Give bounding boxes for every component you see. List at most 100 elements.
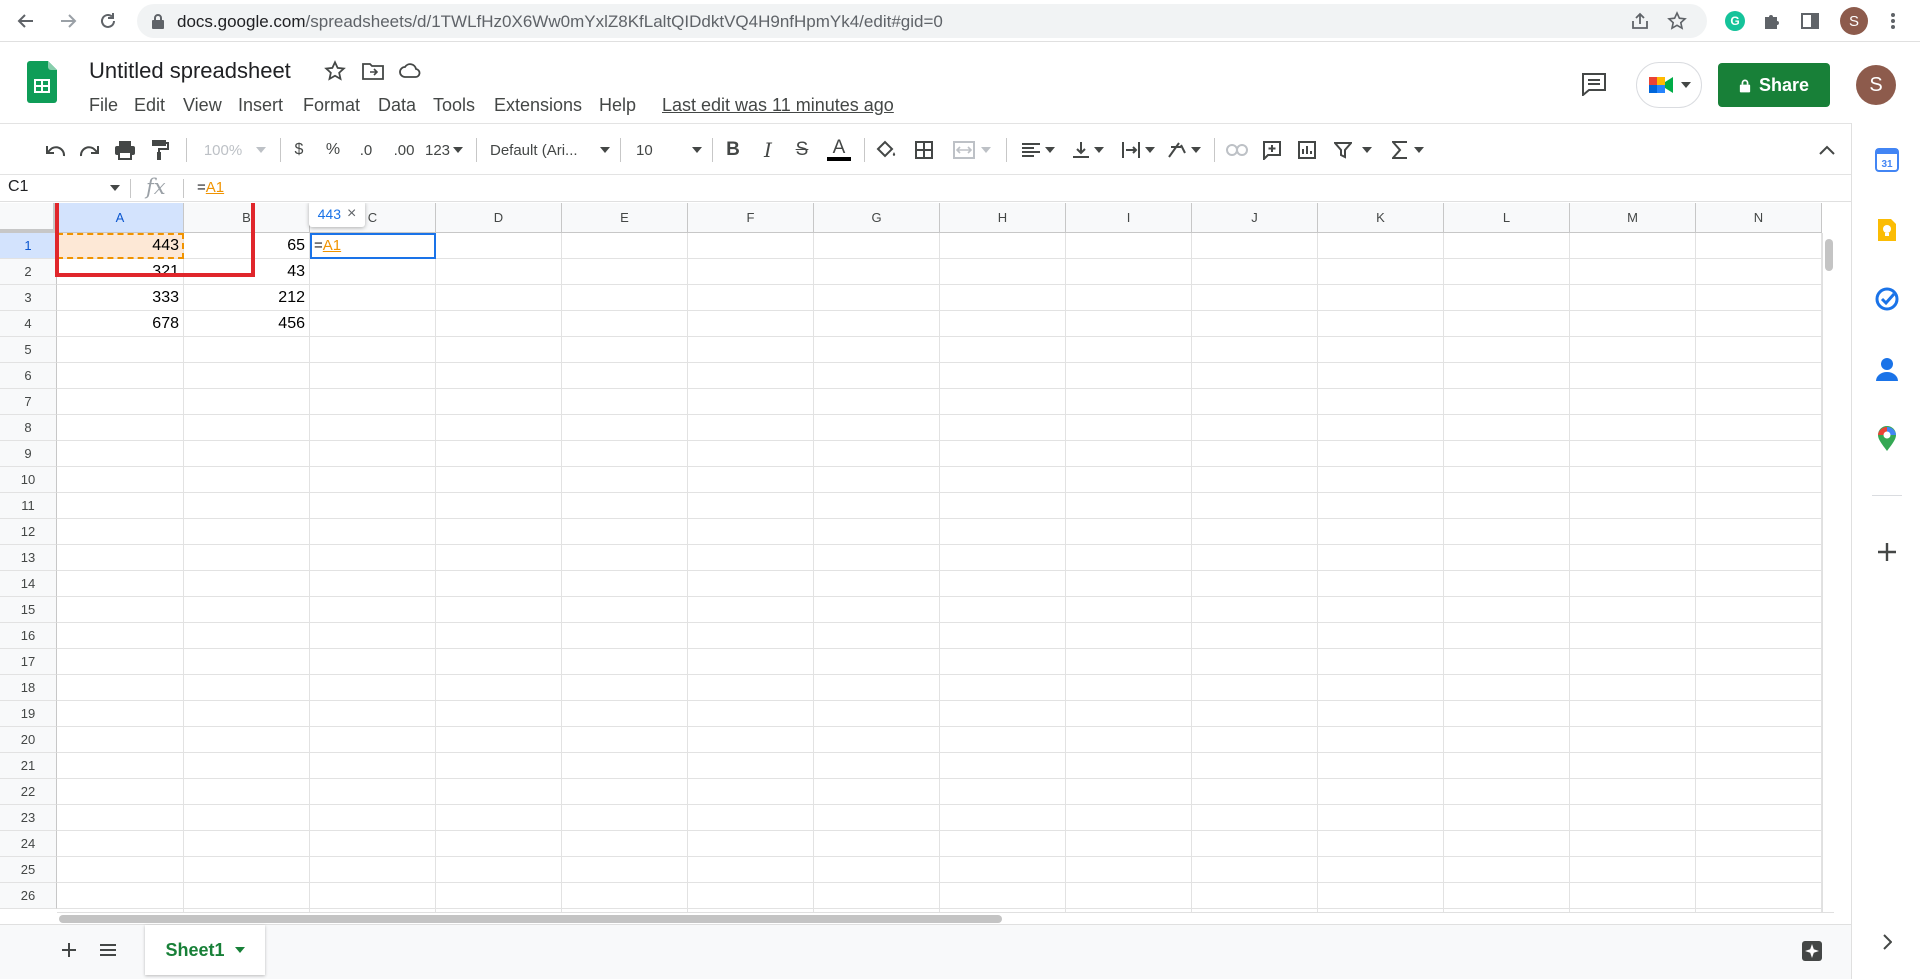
undo-button[interactable]: [42, 136, 68, 164]
sheets-logo-icon[interactable]: [27, 61, 57, 103]
row-header-25[interactable]: 25: [0, 857, 57, 883]
font-size-select[interactable]: 10: [636, 136, 702, 164]
row-header-9[interactable]: 9: [0, 441, 57, 467]
column-header-f[interactable]: F: [688, 203, 814, 233]
row-header-1[interactable]: 1: [0, 233, 57, 259]
move-to-folder-icon[interactable]: [362, 62, 384, 80]
vertical-scroll-thumb[interactable]: [1825, 239, 1833, 271]
profile-button[interactable]: S: [1840, 7, 1868, 35]
grammarly-extension[interactable]: G: [1722, 8, 1748, 34]
formula-input[interactable]: =A1: [197, 179, 224, 196]
row-header-3[interactable]: 3: [0, 285, 57, 311]
row-header-22[interactable]: 22: [0, 779, 57, 805]
row-header-20[interactable]: 20: [0, 727, 57, 753]
column-header-g[interactable]: G: [814, 203, 940, 233]
collapse-toolbar-button[interactable]: [1814, 136, 1840, 164]
extensions-button[interactable]: [1759, 8, 1785, 34]
active-cell-editor[interactable]: =A1: [310, 233, 436, 259]
select-all-corner[interactable]: [0, 203, 57, 233]
cell-a4[interactable]: 678: [57, 311, 184, 337]
maps-app[interactable]: [1874, 426, 1900, 452]
menu-tools[interactable]: Tools: [433, 95, 475, 116]
meet-button[interactable]: [1636, 62, 1702, 108]
row-header-24[interactable]: 24: [0, 831, 57, 857]
menu-file[interactable]: File: [89, 95, 118, 116]
avatar[interactable]: S: [1856, 65, 1896, 105]
comment-history-icon[interactable]: [1581, 72, 1607, 96]
menu-insert[interactable]: Insert: [238, 95, 283, 116]
menu-format[interactable]: Format: [303, 95, 360, 116]
share-page-icon[interactable]: [1630, 12, 1650, 30]
column-header-b[interactable]: B: [184, 203, 310, 233]
horizontal-scrollbar[interactable]: [57, 912, 1834, 924]
increase-decimal-button[interactable]: .00: [390, 136, 418, 164]
row-header-26[interactable]: 26: [0, 883, 57, 909]
cell-a3[interactable]: 333: [57, 285, 184, 311]
font-family-select[interactable]: Default (Ari...: [490, 136, 610, 164]
row-header-6[interactable]: 6: [0, 363, 57, 389]
row-header-7[interactable]: 7: [0, 389, 57, 415]
cell-a1[interactable]: 443: [57, 233, 184, 259]
cell-b3[interactable]: 212: [184, 285, 310, 311]
column-header-j[interactable]: J: [1192, 203, 1318, 233]
forward-button[interactable]: [54, 7, 82, 35]
decrease-decimal-button[interactable]: .0: [354, 136, 378, 164]
row-header-14[interactable]: 14: [0, 571, 57, 597]
redo-button[interactable]: [77, 136, 103, 164]
insert-chart-button[interactable]: [1294, 136, 1320, 164]
zoom-select[interactable]: 100%: [200, 136, 270, 164]
reload-button[interactable]: [94, 7, 122, 35]
filter-button[interactable]: [1330, 136, 1376, 164]
print-button[interactable]: [112, 136, 138, 164]
horizontal-scroll-thumb[interactable]: [59, 915, 1002, 923]
all-sheets-button[interactable]: [97, 939, 119, 961]
tasks-app[interactable]: [1874, 286, 1900, 312]
row-header-8[interactable]: 8: [0, 415, 57, 441]
get-addons-button[interactable]: [1874, 539, 1900, 565]
close-icon[interactable]: ×: [347, 205, 356, 223]
spreadsheet-grid[interactable]: A B C D E F G H I J K L M N 1 2 3 4 5 6 7 8 9 10 1…: [0, 203, 1834, 912]
column-header-k[interactable]: K: [1318, 203, 1444, 233]
column-header-m[interactable]: M: [1570, 203, 1696, 233]
row-header-12[interactable]: 12: [0, 519, 57, 545]
menu-data[interactable]: Data: [378, 95, 416, 116]
text-color-button[interactable]: A: [826, 136, 852, 164]
column-header-e[interactable]: E: [562, 203, 688, 233]
explore-button[interactable]: [1800, 939, 1824, 963]
bookmark-star-icon[interactable]: [1667, 11, 1687, 31]
chevron-down-icon[interactable]: [110, 185, 120, 191]
italic-button[interactable]: I: [757, 136, 779, 164]
column-header-h[interactable]: H: [940, 203, 1066, 233]
cell-b4[interactable]: 456: [184, 311, 310, 337]
menu-edit[interactable]: Edit: [134, 95, 165, 116]
strikethrough-button[interactable]: S: [791, 136, 813, 164]
star-icon[interactable]: [324, 60, 346, 82]
column-header-n[interactable]: N: [1696, 203, 1822, 233]
menu-help[interactable]: Help: [599, 95, 636, 116]
functions-button[interactable]: [1388, 136, 1428, 164]
contacts-app[interactable]: [1874, 356, 1900, 382]
name-box[interactable]: C1: [8, 178, 28, 196]
vertical-align-button[interactable]: [1068, 136, 1108, 164]
row-header-19[interactable]: 19: [0, 701, 57, 727]
row-header-5[interactable]: 5: [0, 337, 57, 363]
last-edit-link[interactable]: Last edit was 11 minutes ago: [662, 95, 894, 116]
row-header-21[interactable]: 21: [0, 753, 57, 779]
document-title[interactable]: Untitled spreadsheet: [89, 58, 291, 84]
row-header-17[interactable]: 17: [0, 649, 57, 675]
horizontal-align-button[interactable]: [1018, 136, 1058, 164]
cell-a2[interactable]: 321: [57, 259, 184, 285]
row-header-23[interactable]: 23: [0, 805, 57, 831]
share-button[interactable]: Share: [1718, 63, 1830, 107]
menu-view[interactable]: View: [183, 95, 222, 116]
browser-menu-button[interactable]: [1880, 8, 1906, 34]
row-header-2[interactable]: 2: [0, 259, 57, 285]
address-bar[interactable]: docs.google.com/spreadsheets/d/1TWLfHz0X…: [137, 4, 1707, 38]
column-header-d[interactable]: D: [436, 203, 562, 233]
row-header-10[interactable]: 10: [0, 467, 57, 493]
borders-button[interactable]: [911, 136, 937, 164]
paint-format-button[interactable]: [147, 136, 173, 164]
column-header-i[interactable]: I: [1066, 203, 1192, 233]
row-header-4[interactable]: 4: [0, 311, 57, 337]
row-header-18[interactable]: 18: [0, 675, 57, 701]
